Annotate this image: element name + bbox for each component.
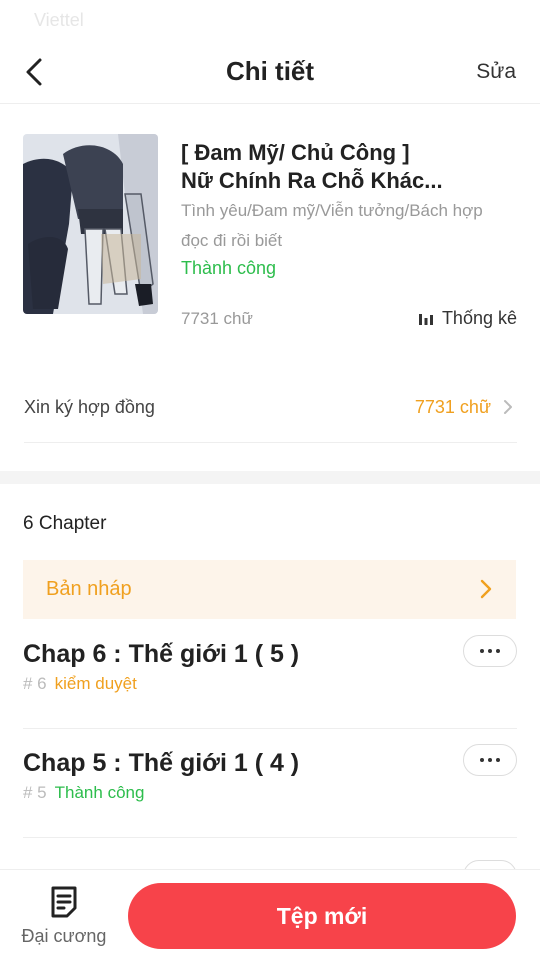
contract-value: 7731 chữ	[414, 397, 491, 417]
bottom-bar: Đại cương Tệp mới	[0, 869, 540, 960]
more-dot	[480, 758, 484, 762]
more-dot	[496, 649, 500, 653]
chapter-number: # 5	[23, 783, 47, 802]
nav-bar: Chi tiết Sửa	[0, 40, 540, 104]
chapter-title: Chap 6 : Thế giới 1 ( 5 )	[23, 640, 300, 668]
book-word-count: 7731 chữ	[181, 309, 253, 328]
book-title-line1: [ Đam Mỹ/ Chủ Công ]	[181, 140, 410, 165]
drafts-row[interactable]: Bản nháp	[23, 560, 516, 619]
cover-illustration	[23, 134, 158, 314]
contract-row[interactable]: Xin ký hợp đồng 7731 chữ	[24, 385, 517, 443]
chevron-right-icon	[504, 400, 512, 414]
chapter-item[interactable]: Chap 5 : Thế giới 1 ( 4 ) # 5 Thành công	[23, 729, 517, 838]
chevron-right-icon	[480, 579, 492, 599]
more-dot	[488, 649, 492, 653]
chapter-status: kiểm duyệt	[54, 674, 137, 693]
chapter-count: 6 Chapter	[23, 513, 107, 534]
statistics-label: Thống kê	[441, 308, 517, 328]
book-cover[interactable]	[23, 134, 158, 314]
chapter-meta: # 6 kiểm duyệt	[23, 674, 137, 694]
chapter-more-button[interactable]	[463, 744, 517, 776]
document-icon	[51, 886, 77, 918]
more-dot	[480, 649, 484, 653]
chapter-item[interactable]: Chap 6 : Thế giới 1 ( 5 ) # 6 kiểm duyệt	[23, 620, 517, 729]
chapter-meta: # 5 Thành công	[23, 783, 144, 803]
book-info: [ Đam Mỹ/ Chủ Công ] Nữ Chính Ra Chỗ Khá…	[0, 105, 540, 471]
statistics-button[interactable]: Thống kê	[418, 308, 517, 329]
page-title: Chi tiết	[225, 56, 315, 86]
more-dot	[496, 758, 500, 762]
book-title: [ Đam Mỹ/ Chủ Công ] Nữ Chính Ra Chỗ Khá…	[181, 139, 481, 195]
chapter-title: Chap 5 : Thế giới 1 ( 4 )	[23, 749, 300, 777]
edit-button[interactable]: Sửa	[476, 60, 516, 84]
chapter-number: # 6	[23, 674, 47, 693]
section-divider	[0, 471, 540, 484]
chapter-status: Thành công	[54, 783, 145, 802]
more-dot	[488, 758, 492, 762]
carrier-name: Viettel	[34, 10, 84, 30]
new-chapter-button[interactable]: Tệp mới	[128, 883, 516, 949]
bar-chart-icon	[418, 313, 433, 325]
book-title-line2: Nữ Chính Ra Chỗ Khác...	[181, 168, 443, 193]
book-status: Thành công	[181, 258, 277, 278]
book-tagline: đọc đi rồi biết	[181, 231, 283, 250]
outline-button[interactable]: Đại cương	[20, 886, 108, 952]
status-bar: Viettel	[0, 0, 540, 40]
contract-label: Xin ký hợp đồng	[24, 397, 155, 417]
outline-label: Đại cương	[21, 926, 107, 946]
book-genres: Tình yêu/Đam mỹ/Viễn tưởng/Bách hợp	[181, 201, 483, 220]
drafts-label: Bản nháp	[46, 578, 132, 600]
chapter-more-button[interactable]	[463, 635, 517, 667]
